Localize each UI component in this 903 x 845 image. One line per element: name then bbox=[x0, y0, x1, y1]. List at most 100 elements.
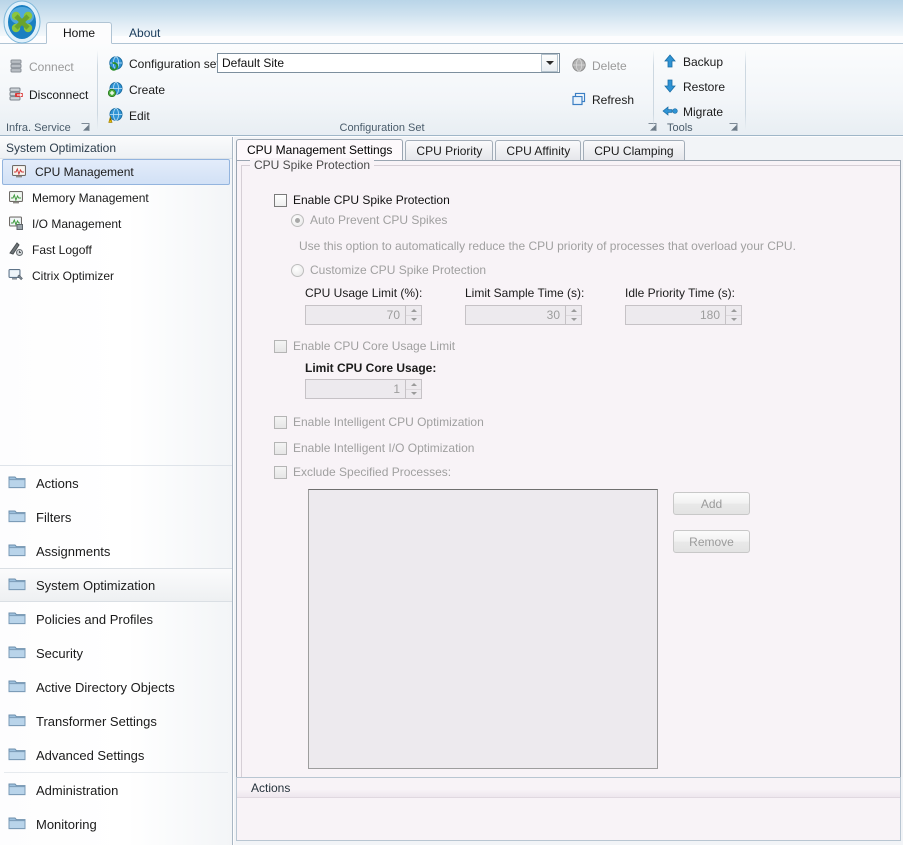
customize-cpu-spike-protection-radio-row[interactable]: Customize CPU Spike Protection bbox=[291, 263, 486, 277]
ribbon-separator-2 bbox=[653, 50, 654, 130]
folder-icon bbox=[8, 610, 26, 628]
enable-cpu-core-usage-limit-row[interactable]: Enable CPU Core Usage Limit bbox=[274, 339, 455, 353]
sidebar-nav-security[interactable]: Security bbox=[0, 636, 232, 670]
idle-priority-time-spinner[interactable]: 180 bbox=[625, 305, 742, 325]
sidebar-nav-actions[interactable]: Actions bbox=[0, 466, 232, 500]
ribbon-button-delete[interactable]: Delete bbox=[571, 56, 627, 76]
sidebar-nav-administration[interactable]: Administration bbox=[0, 773, 232, 807]
ribbon-label-configuration-set: Configuration set bbox=[108, 54, 220, 74]
sidebar-nav-assignments[interactable]: Assignments bbox=[0, 534, 232, 568]
ribbon-button-create[interactable]: Create bbox=[107, 80, 165, 100]
ribbon-button-backup[interactable]: Backup bbox=[662, 52, 723, 72]
enable-cpu-spike-protection-label: Enable CPU Spike Protection bbox=[293, 193, 450, 207]
ribbon-button-disconnect[interactable]: Disconnect bbox=[8, 85, 88, 105]
migrate-arrows-icon bbox=[662, 103, 678, 122]
add-button[interactable]: Add bbox=[673, 492, 750, 515]
auto-prevent-cpu-spikes-radio-row[interactable]: Auto Prevent CPU Spikes bbox=[291, 213, 447, 227]
configuration-set-combo-value: Default Site bbox=[222, 56, 285, 70]
exclude-specified-processes-row[interactable]: Exclude Specified Processes: bbox=[274, 465, 451, 479]
cpu-usage-limit-spinner[interactable]: 70 bbox=[305, 305, 422, 325]
enable-cpu-spike-protection-checkbox[interactable] bbox=[274, 193, 287, 207]
sidebar-nav-filters[interactable]: Filters bbox=[0, 500, 232, 534]
cpu-chart-icon bbox=[11, 163, 27, 182]
sidebar-nav-transformer-settings[interactable]: Transformer Settings bbox=[0, 704, 232, 738]
spinner-up-icon[interactable] bbox=[406, 306, 421, 316]
ribbon-tab-home[interactable]: Home bbox=[46, 22, 113, 44]
sidebar-nav-label: Actions bbox=[36, 475, 79, 491]
enable-intelligent-io-optimization-row[interactable]: Enable Intelligent I/O Optimization bbox=[274, 441, 474, 455]
limit-cpu-core-usage-spin-buttons[interactable] bbox=[405, 380, 421, 398]
ribbon-button-connect[interactable]: Connect bbox=[8, 57, 74, 77]
enable-intelligent-cpu-optimization-row[interactable]: Enable Intelligent CPU Optimization bbox=[274, 415, 484, 429]
dialog-launcher-icon-tools[interactable] bbox=[728, 122, 739, 133]
auto-prevent-hint-text: Use this option to automatically reduce … bbox=[299, 239, 796, 253]
sidebar-nav-system-optimization[interactable]: System Optimization bbox=[0, 568, 232, 602]
sidebar-nav-policies-and-profiles[interactable]: Policies and Profiles bbox=[0, 602, 232, 636]
ribbon-button-refresh[interactable]: Refresh bbox=[571, 90, 634, 110]
spinner-up-icon[interactable] bbox=[726, 306, 741, 316]
fast-logoff-icon bbox=[8, 241, 24, 260]
spinner-down-icon[interactable] bbox=[406, 389, 421, 398]
enable-cpu-core-usage-limit-checkbox[interactable] bbox=[274, 339, 287, 353]
ribbon-button-restore-label: Restore bbox=[683, 80, 726, 94]
actions-panel-title: Actions bbox=[237, 778, 900, 798]
spinner-up-icon[interactable] bbox=[406, 380, 421, 390]
limit-cpu-core-usage-spinner[interactable]: 1 bbox=[305, 379, 422, 399]
idle-priority-time-spin-buttons[interactable] bbox=[725, 306, 741, 324]
ribbon-separator-3 bbox=[745, 50, 746, 130]
ribbon-button-disconnect-label: Disconnect bbox=[29, 88, 89, 102]
auto-prevent-cpu-spikes-radio[interactable] bbox=[291, 213, 304, 227]
sidebar-item-memory-management[interactable]: Memory Management bbox=[0, 185, 232, 211]
ribbon-button-migrate[interactable]: Migrate bbox=[662, 102, 723, 122]
idle-priority-time-value: 180 bbox=[699, 308, 720, 322]
spinner-up-icon[interactable] bbox=[566, 306, 581, 316]
ribbon-button-restore[interactable]: Restore bbox=[662, 77, 725, 97]
chevron-down-icon[interactable] bbox=[541, 54, 558, 72]
sidebar-item-fast-logoff[interactable]: Fast Logoff bbox=[0, 237, 232, 263]
spinner-down-icon[interactable] bbox=[726, 315, 741, 324]
add-button-label: Add bbox=[700, 496, 723, 511]
spinner-down-icon[interactable] bbox=[566, 315, 581, 324]
cpu-usage-limit-spin-buttons[interactable] bbox=[405, 306, 421, 324]
server-disconnect-icon bbox=[8, 86, 24, 105]
restore-down-arrow-icon bbox=[662, 78, 678, 97]
sidebar-item-label: Citrix Optimizer bbox=[32, 269, 115, 283]
spinner-down-icon[interactable] bbox=[406, 315, 421, 324]
enable-cpu-spike-protection-checkbox-row[interactable]: Enable CPU Spike Protection bbox=[274, 193, 450, 207]
sidebar-nav-label: Policies and Profiles bbox=[36, 611, 154, 627]
sidebar-nav-label: System Optimization bbox=[36, 577, 156, 593]
ribbon-group-configuration-set: Configuration set Default Site Create Ed… bbox=[99, 44, 665, 136]
folder-icon bbox=[8, 712, 26, 730]
tab-cpu-affinity[interactable]: CPU Affinity bbox=[495, 140, 582, 161]
configuration-set-combo[interactable]: Default Site bbox=[217, 53, 560, 73]
folder-icon bbox=[8, 474, 26, 492]
main-content: CPU Management Settings CPU Priority CPU… bbox=[234, 137, 903, 845]
dialog-launcher-icon-infra[interactable] bbox=[80, 122, 91, 133]
excluded-processes-listbox[interactable] bbox=[308, 489, 658, 769]
ribbon-button-delete-label: Delete bbox=[592, 59, 627, 73]
ribbon-button-migrate-label: Migrate bbox=[683, 105, 724, 119]
limit-sample-time-spin-buttons[interactable] bbox=[565, 306, 581, 324]
sidebar-item-citrix-optimizer[interactable]: Citrix Optimizer bbox=[0, 263, 232, 289]
tab-cpu-clamping[interactable]: CPU Clamping bbox=[583, 140, 685, 161]
sidebar-item-io-management[interactable]: I/O Management bbox=[0, 211, 232, 237]
ribbon-tab-list: Home About bbox=[46, 22, 177, 44]
customize-cpu-spike-protection-radio[interactable] bbox=[291, 263, 304, 277]
enable-intelligent-cpu-optimization-checkbox[interactable] bbox=[274, 415, 287, 429]
sidebar-nav-advanced-settings[interactable]: Advanced Settings bbox=[0, 738, 232, 772]
sidebar-nav-label: Assignments bbox=[36, 543, 111, 559]
sidebar-nav-active-directory-objects[interactable]: Active Directory Objects bbox=[0, 670, 232, 704]
ribbon-tab-about[interactable]: About bbox=[112, 22, 177, 44]
wem-admin-console-window: Home About Connect Disconnect Infra. Ser… bbox=[0, 0, 903, 845]
enable-intelligent-io-optimization-checkbox[interactable] bbox=[274, 441, 287, 455]
limit-sample-time-spinner[interactable]: 30 bbox=[465, 305, 582, 325]
sidebar-nav-monitoring[interactable]: Monitoring bbox=[0, 807, 232, 841]
ribbon-button-connect-label: Connect bbox=[29, 60, 74, 74]
exclude-specified-processes-checkbox[interactable] bbox=[274, 465, 287, 479]
cpu-spike-protection-groupbox: CPU Spike Protection Enable CPU Spike Pr… bbox=[241, 158, 900, 785]
sidebar-nav-label: Transformer Settings bbox=[36, 713, 157, 729]
tab-cpu-priority[interactable]: CPU Priority bbox=[405, 140, 494, 161]
backup-up-arrow-icon bbox=[662, 53, 678, 72]
remove-button[interactable]: Remove bbox=[673, 530, 750, 553]
sidebar-item-cpu-management[interactable]: CPU Management bbox=[2, 159, 230, 185]
